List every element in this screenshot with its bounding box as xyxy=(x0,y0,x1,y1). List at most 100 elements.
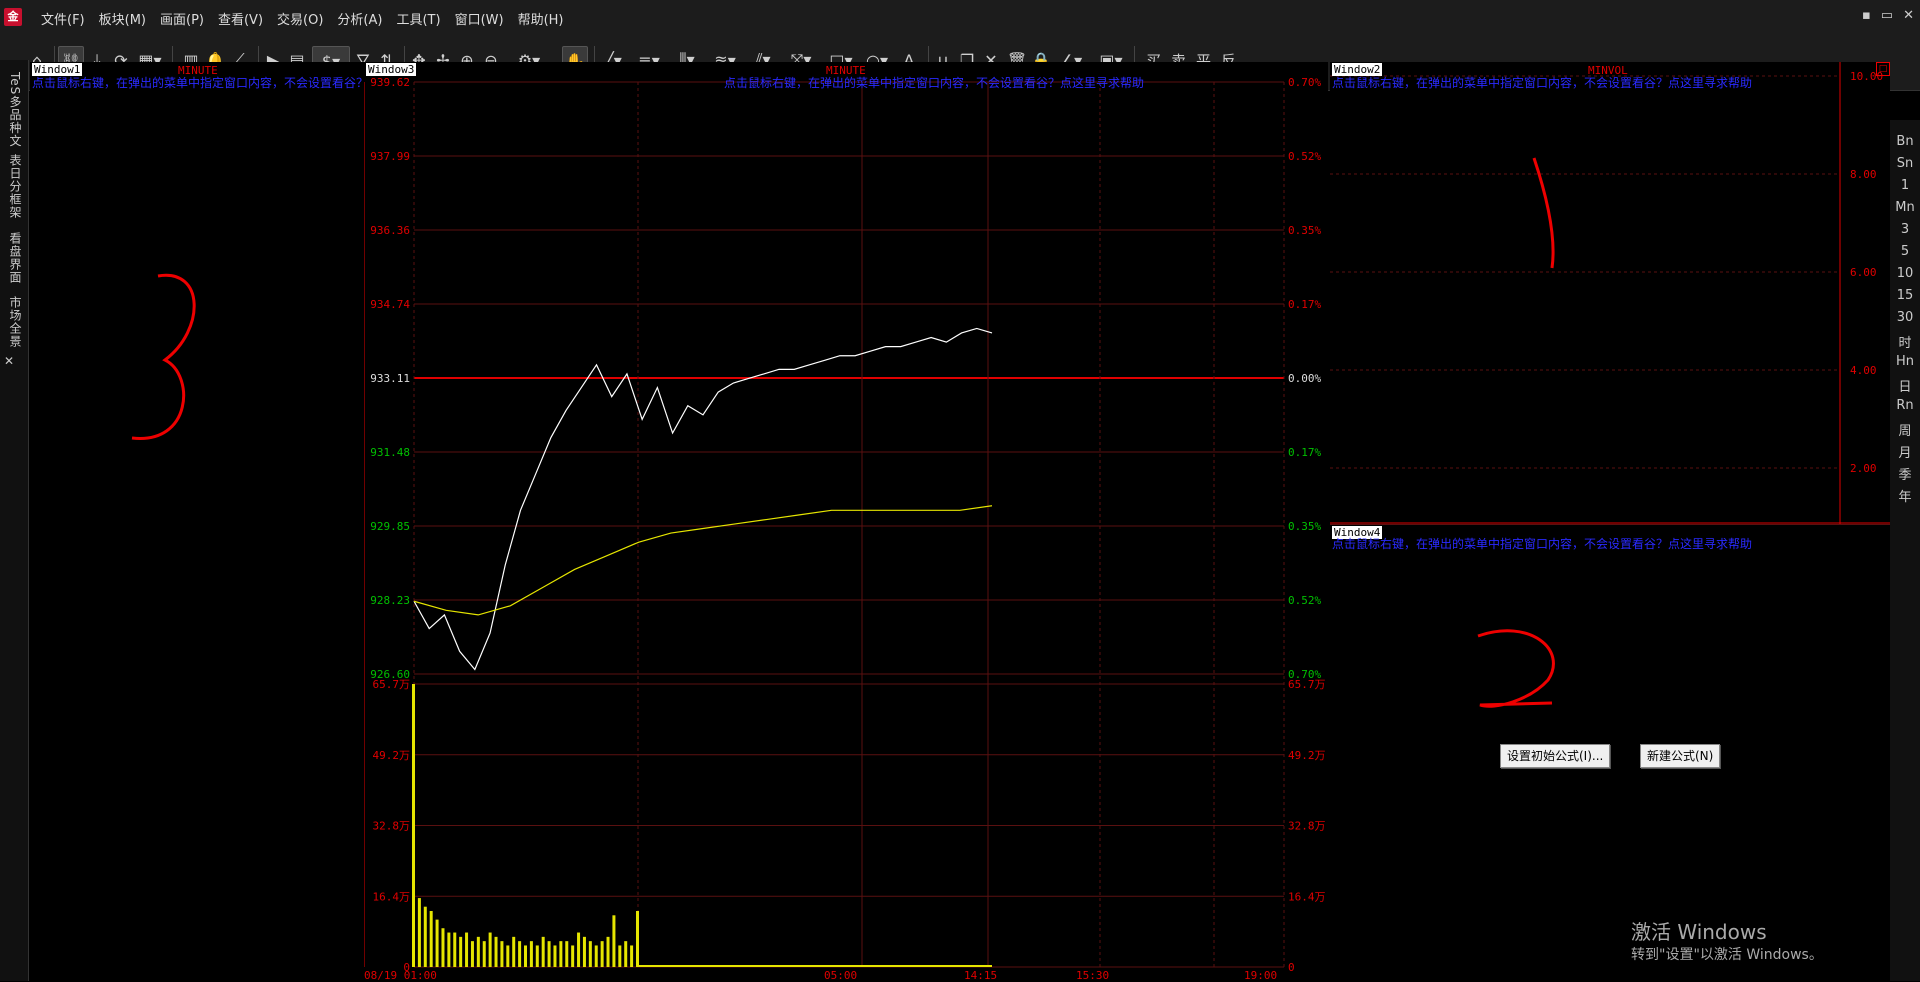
tab-multi-product[interactable]: TeS多品种文 xyxy=(4,72,24,147)
window3-panel[interactable]: 939.62 0.70% 937.99 0.52% 936.36 0.35% 934.74 0… xyxy=(364,62,1328,981)
period-7[interactable]: 15 xyxy=(1890,288,1920,303)
volume-bar xyxy=(582,936,586,967)
tab-market-overview[interactable]: 市场全景 xyxy=(4,296,24,348)
activate-windows-title: 激活 Windows xyxy=(1631,920,1767,944)
period-10[interactable]: Hn xyxy=(1890,354,1920,369)
volume-bar xyxy=(506,945,510,967)
volume-bar xyxy=(465,932,469,967)
volume-bar xyxy=(429,911,433,967)
volume-bar xyxy=(494,936,498,967)
window1-hint-link[interactable]: 点击鼠标右键，在弹出的菜单中指定窗口内容，不会设置看谷？点这里寻求帮助 xyxy=(32,74,364,91)
menu-item-2[interactable]: 画面(P) xyxy=(153,9,211,28)
volume-tick-label-right: 49.2万 xyxy=(1288,749,1326,762)
window4-panel[interactable]: Window4 点击鼠标右键，在弹出的菜单中指定窗口内容，不会设置看谷？点这里寻… xyxy=(1330,524,1890,982)
time-tick-label: 15:30 xyxy=(1076,969,1109,981)
volume-tick-label: 16.4万 xyxy=(373,890,411,903)
pct-tick-label: 0.35% xyxy=(1288,520,1321,533)
volume-bar xyxy=(636,911,639,967)
menu-item-4[interactable]: 交易(O) xyxy=(270,9,330,28)
volume-bar xyxy=(512,936,516,967)
volume-bar xyxy=(488,932,492,967)
pct-tick-label: 0.35% xyxy=(1288,224,1321,237)
minvol-tick-label: 8.00 xyxy=(1850,168,1877,181)
price-line xyxy=(413,327,993,671)
volume-tick-label: 32.8万 xyxy=(373,820,411,833)
volume-bar xyxy=(565,941,569,967)
pct-tick-label: 0.52% xyxy=(1288,150,1321,163)
period-1[interactable]: Sn xyxy=(1890,156,1920,171)
period-12[interactable]: Rn xyxy=(1890,398,1920,413)
window2-hint-link[interactable]: 点击鼠标右键，在弹出的菜单中指定窗口内容，不会设置看谷？点这里寻求帮助 xyxy=(1332,74,1752,91)
period-15[interactable]: 季 xyxy=(1890,464,1920,483)
window3-hint-link[interactable]: 点击鼠标右键，在弹出的菜单中指定窗口内容，不会设置看谷？点这里寻求帮助 xyxy=(724,74,1144,91)
maximize-icon[interactable]: ▭ xyxy=(1881,8,1893,23)
time-tick-label: 08/19 01:00 xyxy=(364,969,437,981)
menu-item-8[interactable]: 帮助(H) xyxy=(511,9,571,28)
minimize-icon[interactable]: ▪ xyxy=(1862,8,1871,23)
volume-bar xyxy=(577,932,581,967)
activate-windows-subtitle: 转到"设置"以激活 Windows。 xyxy=(1631,947,1823,963)
period-11[interactable]: 日 xyxy=(1890,376,1920,395)
volume-bar xyxy=(476,936,480,967)
menu-item-7[interactable]: 窗口(W) xyxy=(448,9,511,28)
period-0[interactable]: Bn xyxy=(1890,134,1920,149)
window-close-icon[interactable]: □ xyxy=(1876,62,1890,76)
period-6[interactable]: 10 xyxy=(1890,266,1920,281)
minvol-axis: 10.008.006.004.002.00 xyxy=(1330,62,1890,524)
volume-bar xyxy=(441,928,445,967)
period-3[interactable]: Mn xyxy=(1890,200,1920,215)
price-tick-label: 936.36 xyxy=(370,224,410,237)
volume-bar xyxy=(559,941,563,967)
close-tab-icon[interactable]: ✕ xyxy=(4,354,24,368)
volume-bar xyxy=(435,919,439,967)
minute-chart: 939.62 0.70% 937.99 0.52% 936.36 0.35% 934.74 0… xyxy=(364,76,1326,981)
pct-tick-label: 0.17% xyxy=(1288,298,1321,311)
price-tick-label: 939.62 xyxy=(370,76,410,89)
volume-bar xyxy=(541,936,545,967)
minvol-tick-label: 6.00 xyxy=(1850,266,1877,279)
pct-tick-label: 0.17% xyxy=(1288,446,1321,459)
menu-item-5[interactable]: 分析(A) xyxy=(330,9,389,28)
volume-bar xyxy=(470,941,474,967)
period-5[interactable]: 5 xyxy=(1890,244,1920,259)
volume-bar xyxy=(453,932,457,967)
menu-item-0[interactable]: 文件(F) xyxy=(34,9,92,28)
volume-tick-label: 65.7万 xyxy=(373,678,411,691)
menu-item-3[interactable]: 查看(V) xyxy=(211,9,270,28)
period-4[interactable]: 3 xyxy=(1890,222,1920,237)
price-tick-label: 933.11 xyxy=(370,372,410,385)
period-9[interactable]: 时 xyxy=(1890,332,1920,351)
close-icon[interactable]: ✕ xyxy=(1903,8,1914,23)
period-2[interactable]: 1 xyxy=(1890,178,1920,193)
minvol-tick-label: 2.00 xyxy=(1850,462,1877,475)
period-8[interactable]: 30 xyxy=(1890,310,1920,325)
volume-bar xyxy=(417,898,421,967)
volume-tick-label-right: 0 xyxy=(1288,961,1295,974)
volume-bar xyxy=(482,941,486,967)
volume-tick-label: 49.2万 xyxy=(373,749,411,762)
volume-bar xyxy=(600,941,604,967)
time-tick-label: 05:00 xyxy=(824,969,857,981)
menu-item-6[interactable]: 工具(T) xyxy=(389,9,447,28)
volume-bar xyxy=(588,941,592,967)
window2-panel[interactable]: 10.00 8.00 6.00 4.00 2.00 Window2 MINVOL 点击鼠… xyxy=(1330,62,1890,524)
tab-monitor[interactable]: 看盘界面 xyxy=(4,232,24,284)
period-16[interactable]: 年 xyxy=(1890,486,1920,505)
window1-panel[interactable]: Window1 MINUTE 点击鼠标右键，在弹出的菜单中指定窗口内容，不会设置… xyxy=(30,62,364,981)
window4-hint-link[interactable]: 点击鼠标右键，在弹出的菜单中指定窗口内容，不会设置看谷？点这里寻求帮助 xyxy=(1332,535,1752,552)
volume-bar xyxy=(500,941,504,967)
window3-tag: Window3 xyxy=(366,63,417,76)
new-formula-button[interactable]: 新建公式(N) xyxy=(1640,744,1721,768)
volume-bar xyxy=(624,941,628,967)
price-tick-label: 937.99 xyxy=(370,150,410,163)
period-14[interactable]: 月 xyxy=(1890,442,1920,461)
menu-item-1[interactable]: 板块(M) xyxy=(92,9,153,28)
tab-layout[interactable]: 表日分框架 xyxy=(4,154,24,219)
period-13[interactable]: 周 xyxy=(1890,420,1920,439)
minvol-tick-label: 4.00 xyxy=(1850,364,1877,377)
volume-bar xyxy=(529,941,533,967)
price-tick-label: 929.85 xyxy=(370,520,410,533)
set-initial-formula-button[interactable]: 设置初始公式(I)... xyxy=(1500,744,1611,768)
time-tick-label: 19:00 xyxy=(1244,969,1277,981)
volume-bar xyxy=(459,936,463,967)
